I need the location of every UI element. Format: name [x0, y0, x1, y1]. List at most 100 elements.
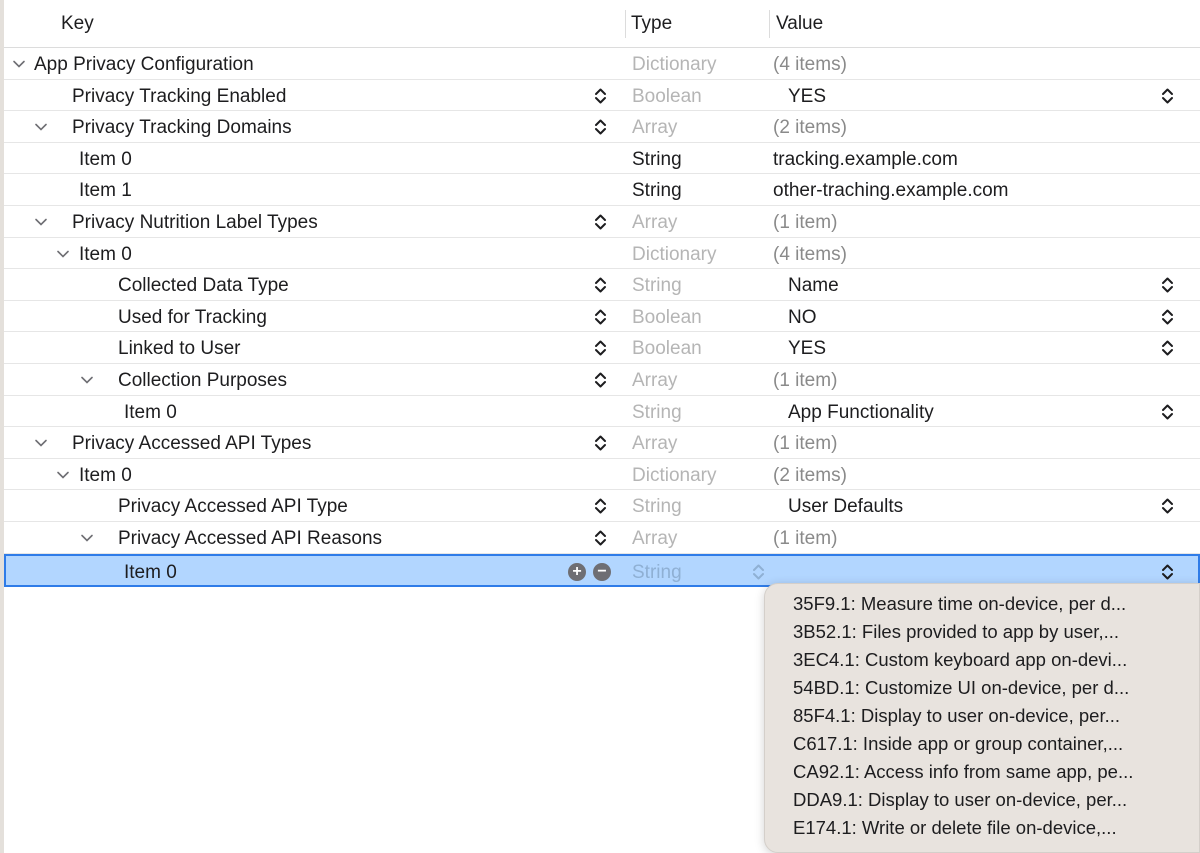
- row-key[interactable]: Privacy Nutrition Label Types: [72, 212, 318, 234]
- row-key[interactable]: Linked to User: [118, 338, 241, 360]
- popup-menu-item[interactable]: 54BD.1: Customize UI on-device, per d...: [793, 677, 1129, 699]
- row-value[interactable]: Name: [788, 275, 839, 297]
- row-key[interactable]: Privacy Tracking Enabled: [72, 86, 286, 108]
- key-stepper-icon[interactable]: [594, 497, 607, 515]
- row-key[interactable]: Item 0: [124, 402, 177, 424]
- chevron-down-icon[interactable]: [12, 57, 26, 71]
- key-stepper-icon[interactable]: [594, 371, 607, 389]
- row-value[interactable]: (1 item): [773, 212, 837, 234]
- reason-popup-menu[interactable]: 35F9.1: Measure time on-device, per d...…: [764, 583, 1200, 853]
- row-key[interactable]: Item 0: [79, 244, 132, 266]
- plist-row[interactable]: Privacy Accessed API Type String User Defa…: [4, 490, 1200, 522]
- value-stepper-icon[interactable]: [1161, 403, 1174, 421]
- chevron-down-icon[interactable]: [80, 531, 94, 545]
- row-type[interactable]: Dictionary: [632, 465, 716, 487]
- row-type[interactable]: Boolean: [632, 338, 702, 360]
- plist-row[interactable]: Privacy Accessed API Reasons Array (1 item…: [4, 522, 1200, 554]
- key-stepper-icon[interactable]: [594, 308, 607, 326]
- key-stepper-icon[interactable]: [594, 339, 607, 357]
- row-type[interactable]: Array: [632, 433, 677, 455]
- row-key[interactable]: Collected Data Type: [118, 275, 289, 297]
- popup-menu-item[interactable]: CA92.1: Access info from same app, pe...: [793, 761, 1133, 783]
- key-stepper-icon[interactable]: [594, 276, 607, 294]
- chevron-down-icon[interactable]: [34, 436, 48, 450]
- row-value[interactable]: (4 items): [773, 54, 847, 76]
- row-key[interactable]: Item 0: [124, 562, 177, 584]
- popup-menu-item[interactable]: 3EC4.1: Custom keyboard app on-devi...: [793, 649, 1127, 671]
- key-stepper-icon[interactable]: [594, 118, 607, 136]
- key-stepper-icon[interactable]: [594, 213, 607, 231]
- plist-row[interactable]: Linked to User Boolean YES: [4, 332, 1200, 364]
- row-value[interactable]: (1 item): [773, 370, 837, 392]
- row-key[interactable]: App Privacy Configuration: [34, 54, 254, 76]
- row-key[interactable]: Privacy Accessed API Types: [72, 433, 311, 455]
- row-type[interactable]: Array: [632, 370, 677, 392]
- plist-row[interactable]: Item 0 Dictionary (4 items): [4, 238, 1200, 270]
- chevron-down-icon[interactable]: [56, 468, 70, 482]
- popup-menu-item[interactable]: 85F4.1: Display to user on-device, per..…: [793, 705, 1120, 727]
- row-value[interactable]: YES: [788, 86, 826, 108]
- plist-row[interactable]: Item 0 Dictionary (2 items): [4, 459, 1200, 491]
- row-key[interactable]: Used for Tracking: [118, 307, 267, 329]
- plist-row[interactable]: Privacy Accessed API Types Array (1 item): [4, 427, 1200, 459]
- value-stepper-icon[interactable]: [1161, 87, 1174, 105]
- row-value[interactable]: (1 item): [773, 528, 837, 550]
- row-value[interactable]: (2 items): [773, 117, 847, 139]
- row-value[interactable]: (1 item): [773, 433, 837, 455]
- row-value[interactable]: tracking.example.com: [773, 149, 958, 171]
- key-column-header[interactable]: Key: [61, 13, 94, 35]
- row-key[interactable]: Privacy Tracking Domains: [72, 117, 292, 139]
- row-type[interactable]: String: [632, 149, 682, 171]
- row-type[interactable]: Array: [632, 117, 677, 139]
- row-type[interactable]: String: [632, 562, 682, 584]
- plist-row[interactable]: Item 0 + − String: [4, 553, 1200, 587]
- row-value[interactable]: NO: [788, 307, 817, 329]
- value-stepper-icon[interactable]: [1161, 308, 1174, 326]
- chevron-down-icon[interactable]: [34, 120, 48, 134]
- column-divider[interactable]: [769, 10, 770, 38]
- type-stepper-icon[interactable]: [752, 563, 765, 581]
- plist-row[interactable]: Privacy Nutrition Label Types Array (1 ite…: [4, 206, 1200, 238]
- popup-menu-item[interactable]: 3B52.1: Files provided to app by user,..…: [793, 621, 1119, 643]
- value-stepper-icon[interactable]: [1161, 339, 1174, 357]
- row-key[interactable]: Privacy Accessed API Type: [118, 496, 348, 518]
- plist-row[interactable]: Used for Tracking Boolean NO: [4, 301, 1200, 333]
- chevron-down-icon[interactable]: [56, 247, 70, 261]
- popup-menu-item[interactable]: E174.1: Write or delete file on-device,.…: [793, 817, 1117, 839]
- row-value[interactable]: (2 items): [773, 465, 847, 487]
- row-key[interactable]: Item 0: [79, 149, 132, 171]
- row-type[interactable]: String: [632, 496, 682, 518]
- plist-row[interactable]: Item 0 String App Functionality: [4, 396, 1200, 428]
- value-stepper-icon[interactable]: [1161, 276, 1174, 294]
- plist-row[interactable]: Privacy Tracking Enabled Boolean YES: [4, 80, 1200, 112]
- plist-row[interactable]: Collection Purposes Array (1 item): [4, 364, 1200, 396]
- plist-row[interactable]: Item 0 String tracking.example.com: [4, 143, 1200, 175]
- minus-circle-icon[interactable]: −: [593, 562, 611, 581]
- row-value[interactable]: other-traching.example.com: [773, 180, 1009, 202]
- row-type[interactable]: Dictionary: [632, 244, 716, 266]
- popup-menu-item[interactable]: 35F9.1: Measure time on-device, per d...: [793, 593, 1126, 615]
- row-value[interactable]: App Functionality: [788, 402, 934, 424]
- row-type[interactable]: String: [632, 275, 682, 297]
- row-type[interactable]: Boolean: [632, 307, 702, 329]
- row-type[interactable]: String: [632, 402, 682, 424]
- popup-menu-item[interactable]: C617.1: Inside app or group container,..…: [793, 733, 1123, 755]
- chevron-down-icon[interactable]: [34, 215, 48, 229]
- chevron-down-icon[interactable]: [80, 373, 94, 387]
- plist-row[interactable]: Privacy Tracking Domains Array (2 items): [4, 111, 1200, 143]
- column-divider[interactable]: [625, 10, 626, 38]
- key-stepper-icon[interactable]: [594, 529, 607, 547]
- row-type[interactable]: Array: [632, 212, 677, 234]
- key-stepper-icon[interactable]: [594, 87, 607, 105]
- popup-menu-item[interactable]: DDA9.1: Display to user on-device, per..…: [793, 789, 1127, 811]
- plus-circle-icon[interactable]: +: [568, 562, 586, 581]
- row-value[interactable]: (4 items): [773, 244, 847, 266]
- plist-row[interactable]: Collected Data Type String Name: [4, 269, 1200, 301]
- row-type[interactable]: Dictionary: [632, 54, 716, 76]
- row-type[interactable]: Array: [632, 528, 677, 550]
- row-key[interactable]: Collection Purposes: [118, 370, 287, 392]
- row-value[interactable]: User Defaults: [788, 496, 903, 518]
- value-stepper-icon[interactable]: [1161, 563, 1174, 581]
- type-column-header[interactable]: Type: [631, 13, 672, 35]
- row-key[interactable]: Privacy Accessed API Reasons: [118, 528, 382, 550]
